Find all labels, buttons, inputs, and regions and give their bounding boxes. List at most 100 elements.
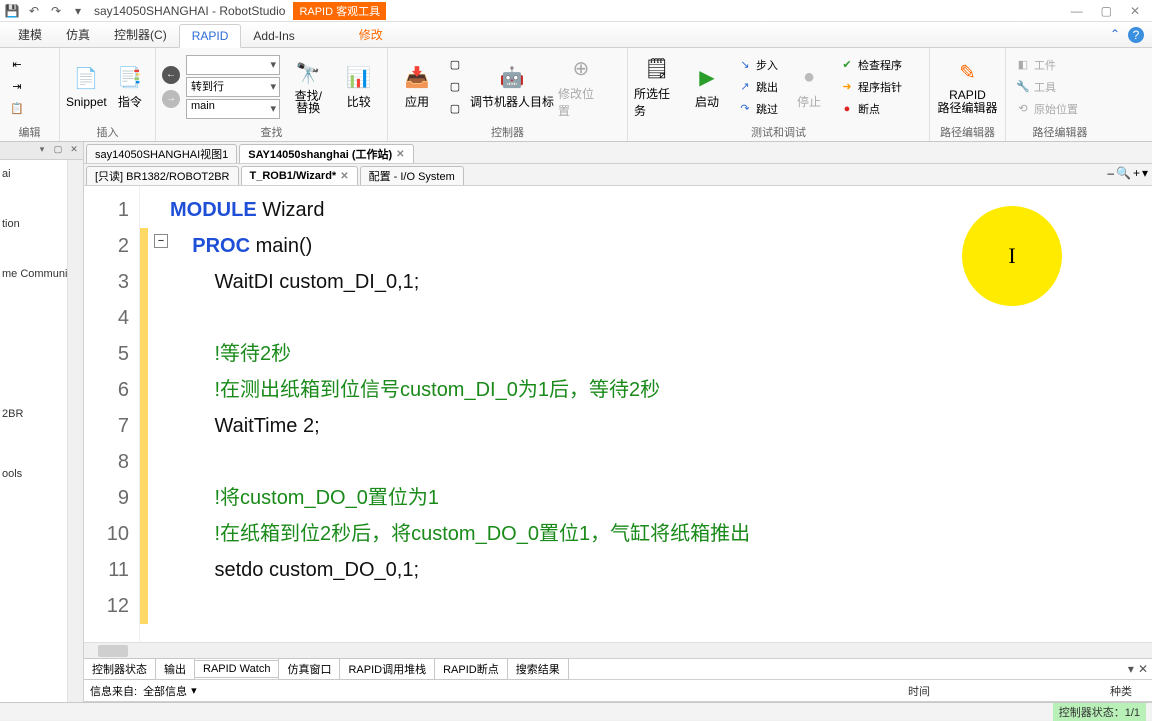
bottom-tab-bp[interactable]: RAPID断点 — [434, 658, 508, 680]
breakpoint-icon: ● — [840, 102, 854, 116]
nav-back-button[interactable]: ← — [162, 66, 180, 84]
close-tab-icon[interactable]: ✕ — [340, 171, 348, 182]
sub-tabs: [只读] BR1382/ROBOT2BR T_ROB1/Wizard*✕ 配置 … — [84, 164, 1152, 186]
step-out-button[interactable]: ↗跳出 — [734, 77, 782, 97]
tab-rapid[interactable]: RAPID — [179, 24, 242, 48]
left-scrollbar[interactable] — [67, 160, 83, 702]
bottom-close-icon[interactable]: ✕ — [1138, 662, 1148, 676]
bottom-tab-status[interactable]: 控制器状态 — [83, 658, 156, 680]
ed-ctrl-2[interactable]: 🔍 — [1116, 166, 1131, 183]
apply-button[interactable]: 📥应用 — [394, 52, 440, 122]
group-insert-label: 插入 — [66, 123, 149, 141]
bottom-tabs: 控制器状态 输出 RAPID Watch 仿真窗口 RAPID调用堆栈 RAPI… — [84, 658, 1152, 680]
undo-icon[interactable]: ↶ — [26, 3, 42, 19]
step-over-button[interactable]: ↷跳过 — [734, 99, 782, 119]
line-number: 3 — [84, 264, 129, 300]
path-edit-icon: ✎ — [954, 59, 982, 87]
nav-fwd-button[interactable]: → — [162, 90, 180, 108]
group-path-label: 路径编辑器 — [936, 123, 999, 141]
tab-controller[interactable]: 控制器(C) — [102, 22, 179, 47]
main-combo[interactable]: main — [186, 99, 280, 119]
rapid-path-button[interactable]: ✎RAPID 路径编辑器 — [936, 52, 999, 122]
stop-icon: ● — [795, 63, 823, 91]
line-number: 8 — [84, 444, 129, 480]
tab-addins[interactable]: Add-Ins — [241, 25, 306, 47]
adjust-target-button[interactable]: 🤖调节机器人目标 — [470, 52, 554, 122]
line-number: 7 — [84, 408, 129, 444]
bottom-tab-watch[interactable]: RAPID Watch — [194, 660, 279, 678]
panel-menu-icon[interactable]: ▢ — [51, 142, 65, 156]
panel-close-icon[interactable]: ✕ — [67, 142, 81, 156]
panel-pin-icon[interactable]: ▾ — [35, 142, 49, 156]
small-btn-1[interactable]: ▢ — [444, 55, 466, 75]
help-icon[interactable]: ? — [1128, 27, 1144, 43]
dropdown-icon[interactable]: ▾ — [191, 684, 197, 697]
editor-controls: – 🔍 + ▾ — [1103, 164, 1152, 185]
compare-button[interactable]: 📊比较 — [337, 52, 382, 122]
line-gutter: 1 2 3 4 5 6 7 8 9 10 11 12 — [84, 186, 140, 642]
collapse-ribbon-icon[interactable]: ⌃ — [1110, 27, 1120, 43]
maximize-icon[interactable]: ▢ — [1101, 4, 1112, 18]
info-source-select[interactable]: 全部信息 — [143, 683, 187, 699]
tab-modify[interactable]: 修改 — [347, 22, 395, 47]
scroll-thumb[interactable] — [98, 645, 128, 657]
indent-icon: ⇥ — [10, 80, 24, 94]
line-number: 9 — [84, 480, 129, 516]
close-icon[interactable]: ✕ — [1130, 4, 1140, 18]
sub-tab-config[interactable]: 配置 - I/O System — [360, 166, 464, 185]
outdent-button[interactable]: ⇤ — [6, 55, 28, 75]
code-editor[interactable]: 1 2 3 4 5 6 7 8 9 10 11 12 − MODULE Wiza… — [84, 186, 1152, 642]
ed-ctrl-4[interactable]: ▾ — [1142, 166, 1148, 183]
small-btn-3[interactable]: ▢ — [444, 99, 466, 119]
sub-tab-wizard[interactable]: T_ROB1/Wizard*✕ — [241, 166, 358, 185]
dropdown-icon[interactable]: ▾ — [70, 3, 86, 19]
group-controller: 📥应用 ▢ ▢ ▢ 🤖调节机器人目标 ⊕修改位置 控制器 — [388, 48, 628, 141]
minimize-icon[interactable]: — — [1071, 4, 1083, 18]
outdent-icon: ⇤ — [10, 58, 24, 72]
group-path2-label: 路径编辑器 — [1012, 123, 1108, 141]
find-replace-button[interactable]: 🔭查找/ 替换 — [286, 52, 331, 122]
play-icon: ▶ — [693, 63, 721, 91]
ed-ctrl-1[interactable]: – — [1107, 166, 1114, 183]
line-number: 2 — [84, 228, 129, 264]
snippet-button[interactable]: 📄Snippet — [66, 52, 107, 122]
bottom-tab-output[interactable]: 输出 — [155, 658, 195, 680]
doc-tab-station[interactable]: SAY14050shanghai (工作站)✕ — [239, 144, 413, 163]
line-number: 10 — [84, 516, 129, 552]
start-button[interactable]: ▶启动 — [684, 52, 730, 122]
close-tab-icon[interactable]: ✕ — [396, 149, 404, 160]
group-find: ← → 转到行 main 🔭查找/ 替换 📊比较 查找 — [156, 48, 388, 141]
goto-combo[interactable]: 转到行 — [186, 77, 280, 97]
window-controls: — ▢ ✕ — [1071, 4, 1148, 18]
bottom-tab-search[interactable]: 搜索结果 — [507, 658, 569, 680]
stop-button: ●停止 — [786, 52, 832, 122]
bottom-tab-stack[interactable]: RAPID调用堆栈 — [339, 658, 435, 680]
sub-tab-readonly[interactable]: [只读] BR1382/ROBOT2BR — [86, 166, 239, 185]
breakpoint-button[interactable]: ●断点 — [836, 99, 906, 119]
doc-tab-view1[interactable]: say14050SHANGHAI视图1 — [86, 144, 237, 163]
tab-model[interactable]: 建模 — [6, 22, 54, 47]
col-kind: 种类 — [1110, 683, 1132, 699]
binoculars-icon: 🔭 — [294, 60, 322, 88]
status-bar: 控制器状态：1/1 — [0, 702, 1152, 720]
bottom-tab-sim[interactable]: 仿真窗口 — [278, 658, 340, 680]
step-in-button[interactable]: ↘步入 — [734, 55, 782, 75]
workspace: ▾ ▢ ✕ ai tion me Communica 2BR ools say1… — [0, 142, 1152, 702]
instruction-button[interactable]: 📑指令 — [111, 52, 149, 122]
bottom-dropdown-icon[interactable]: ▾ — [1128, 662, 1134, 676]
find-combo[interactable] — [186, 55, 280, 75]
robot-target-icon: 🤖 — [498, 63, 526, 91]
sel-task-button[interactable]: 🗒所选任务 — [634, 52, 680, 122]
ed-ctrl-3[interactable]: + — [1133, 166, 1140, 183]
indent-button[interactable]: ⇥ — [6, 77, 28, 97]
controller-status: 控制器状态：1/1 — [1053, 703, 1146, 721]
prog-ptr-button[interactable]: ➜程序指针 — [836, 77, 906, 97]
group-edit: ⇤ ⇥ 📋 编辑 — [0, 48, 60, 141]
save-icon[interactable]: 💾 — [4, 3, 20, 19]
small-btn-2[interactable]: ▢ — [444, 77, 466, 97]
redo-icon[interactable]: ↷ — [48, 3, 64, 19]
clipboard-button[interactable]: 📋 — [6, 99, 28, 119]
editor-hscroll[interactable] — [84, 642, 1152, 658]
check-prog-button[interactable]: ✔检查程序 — [836, 55, 906, 75]
tab-simulate[interactable]: 仿真 — [54, 22, 102, 47]
